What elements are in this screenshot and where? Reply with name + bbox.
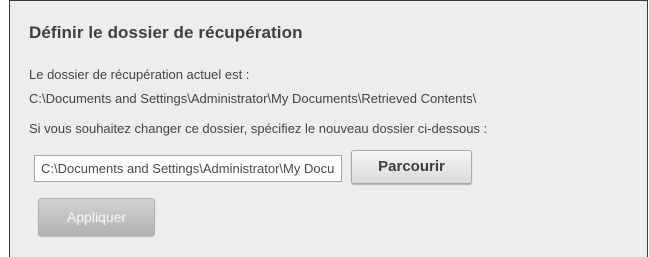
change-folder-instruction: Si vous souhaitez changer ce dossier, sp…: [29, 121, 488, 136]
browse-button[interactable]: Parcourir: [351, 150, 472, 184]
current-folder-path: C:\Documents and Settings\Administrator\…: [29, 91, 477, 106]
folder-path-input[interactable]: [34, 155, 342, 182]
current-folder-label: Le dossier de récupération actuel est :: [29, 67, 250, 82]
recovery-folder-panel: Définir le dossier de récupération Le do…: [9, 0, 648, 257]
panel-title: Définir le dossier de récupération: [29, 23, 303, 42]
apply-button[interactable]: Appliquer: [38, 198, 155, 236]
